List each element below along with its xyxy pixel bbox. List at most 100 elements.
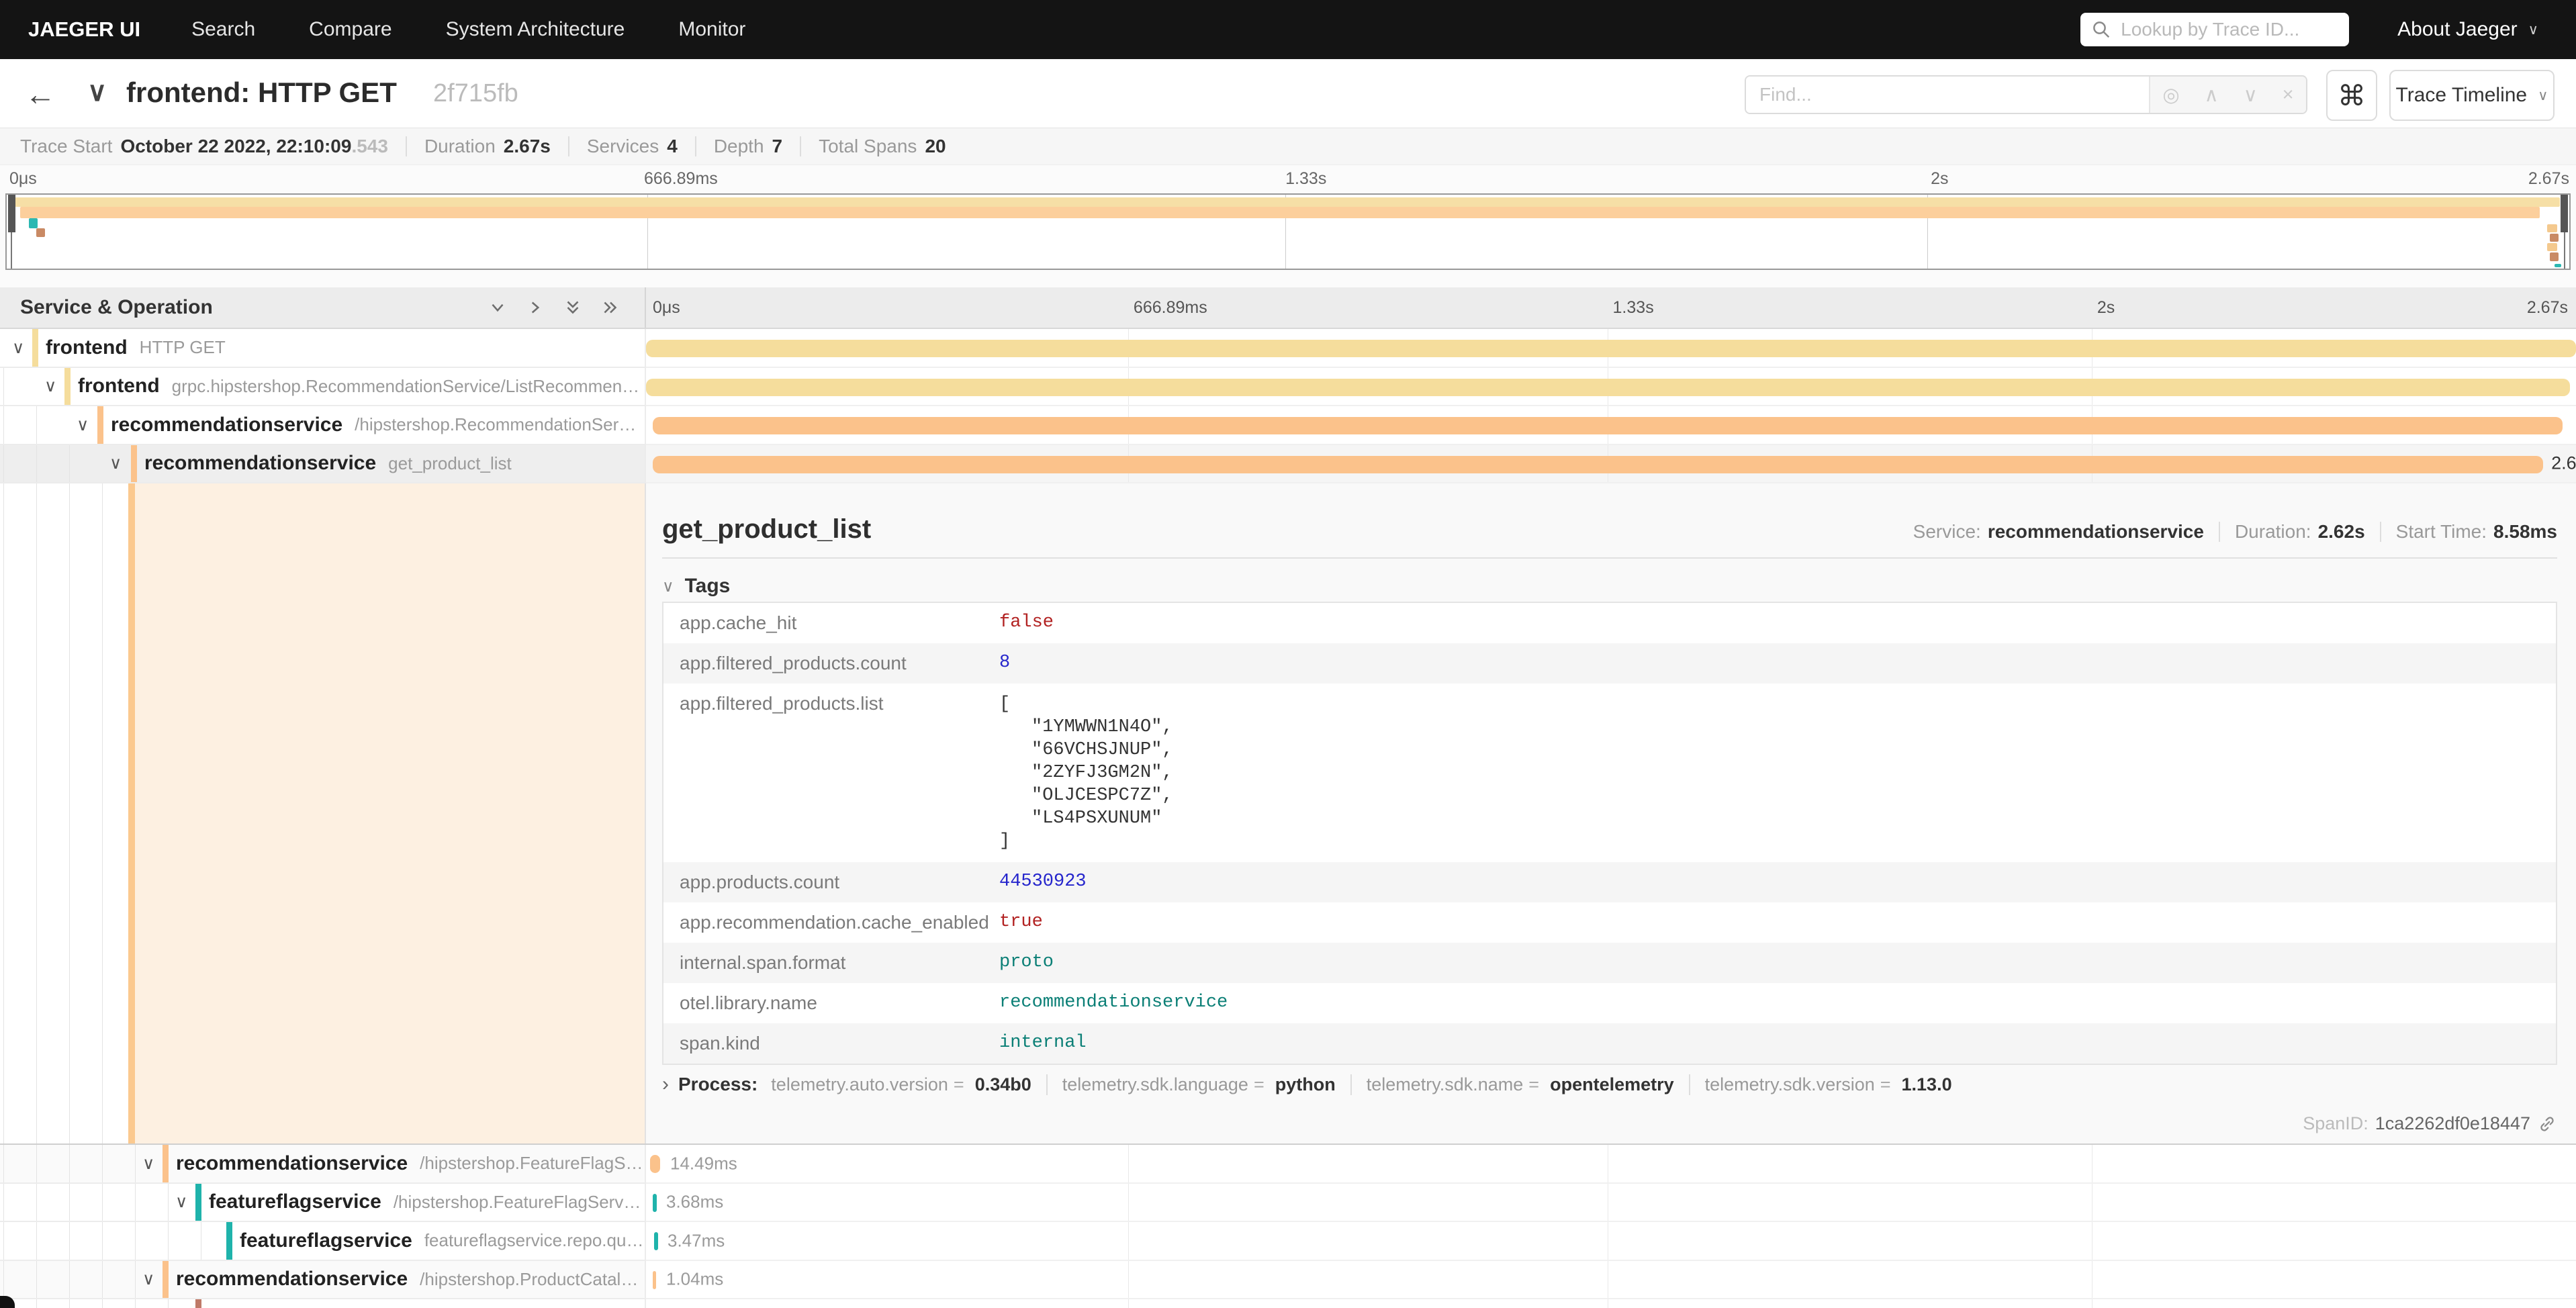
focus-target-icon[interactable]: ◎ bbox=[2162, 83, 2179, 107]
trace-start-value: October 22 2022, 22:10:09 bbox=[120, 136, 351, 157]
nav-item-search[interactable]: Search bbox=[191, 18, 255, 41]
chevron-down-icon[interactable]: ∨ bbox=[142, 1269, 154, 1289]
span-detail-panel: get_product_list Service: recommendation… bbox=[646, 483, 2576, 1143]
span-bar[interactable] bbox=[653, 1271, 656, 1289]
chevron-down-icon[interactable]: ∨ bbox=[175, 1192, 187, 1212]
divider bbox=[406, 136, 407, 156]
nav-item-system-architecture[interactable]: System Architecture bbox=[446, 18, 625, 41]
trace-id-lookup[interactable] bbox=[2080, 13, 2349, 46]
span-name-cell[interactable] bbox=[0, 1299, 646, 1308]
clear-find-icon[interactable]: × bbox=[2283, 84, 2294, 106]
tag-row: otel.library.name recommendationservice bbox=[663, 983, 2556, 1023]
expand-all-double-chevron-right-icon[interactable] bbox=[600, 297, 620, 318]
span-row-recommendationservice-list[interactable]: ∨ recommendationservice /hipstershop.Rec… bbox=[0, 406, 2576, 445]
span-name-cell[interactable]: ∨ recommendationservice /hipstershop.Fea… bbox=[0, 1145, 646, 1184]
indent-guide bbox=[102, 1145, 103, 1182]
span-row-partial[interactable] bbox=[0, 1299, 2576, 1308]
minimap-canvas[interactable] bbox=[5, 193, 2571, 270]
tag-row: app.cache_hit false bbox=[663, 603, 2556, 643]
span-timeline-cell[interactable] bbox=[646, 406, 2576, 445]
span-id-label: SpanID: bbox=[2303, 1113, 2368, 1134]
indent-guide bbox=[3, 1261, 4, 1299]
divider bbox=[2219, 522, 2220, 542]
array-bracket: [ bbox=[999, 693, 2556, 716]
trace-header: ← ∨ frontend: HTTP GET 2f715fb ◎ ∧ ∨ × ⌘… bbox=[0, 59, 2576, 128]
tag-key: app.products.count bbox=[663, 862, 999, 902]
span-bar[interactable] bbox=[653, 1194, 657, 1212]
span-row-featureflagservice-get[interactable]: ∨ featureflagservice /hipstershop.Featur… bbox=[0, 1184, 2576, 1223]
minimap-scrubber-handle-right[interactable] bbox=[2561, 195, 2568, 232]
chevron-down-icon[interactable]: ∨ bbox=[142, 1154, 154, 1174]
span-timeline-cell[interactable]: 2.62s bbox=[646, 445, 2576, 484]
collapse-trace-chevron-icon[interactable]: ∨ bbox=[87, 77, 107, 107]
span-timeline-cell[interactable]: 3.47ms bbox=[646, 1222, 2576, 1261]
chevron-down-icon[interactable]: ∨ bbox=[12, 338, 24, 358]
nav-item-monitor[interactable]: Monitor bbox=[678, 18, 745, 41]
chevron-down-icon[interactable]: ∨ bbox=[77, 415, 89, 435]
span-detail-meta: Service: recommendationservice Duration:… bbox=[1913, 521, 2557, 543]
tag-row: app.recommendation.cache_enabled true bbox=[663, 902, 2556, 943]
span-name-cell[interactable]: ∨ frontend HTTP GET bbox=[0, 329, 646, 368]
chevron-down-icon[interactable]: ∨ bbox=[44, 376, 56, 396]
nav-item-compare[interactable]: Compare bbox=[309, 18, 392, 41]
about-jaeger-menu[interactable]: About Jaeger ∨ bbox=[2397, 18, 2538, 41]
span-name-cell[interactable]: ∨ featureflagservice /hipstershop.Featur… bbox=[0, 1184, 646, 1223]
trace-start-ms: .543 bbox=[351, 136, 388, 157]
top-nav: JAEGER UI Search Compare System Architec… bbox=[0, 0, 2576, 59]
trace-view-selector[interactable]: Trace Timeline ∨ bbox=[2389, 70, 2555, 121]
expand-one-chevron-right-icon[interactable] bbox=[525, 297, 545, 318]
span-timeline-cell[interactable]: 1.04ms bbox=[646, 1261, 2576, 1300]
span-timeline-cell[interactable] bbox=[646, 1299, 2576, 1308]
span-row-frontend-grpc[interactable]: ∨ frontend grpc.hipstershop.Recommendati… bbox=[0, 368, 2576, 407]
span-timeline-cell[interactable] bbox=[646, 329, 2576, 368]
trace-start-label: Trace Start bbox=[20, 136, 112, 157]
span-bar[interactable] bbox=[646, 340, 2576, 357]
span-bar[interactable] bbox=[653, 456, 2543, 473]
minimap-scrubber-handle-left[interactable] bbox=[8, 195, 15, 232]
span-id-row: SpanID: 1ca2262df0e18447 bbox=[2303, 1113, 2557, 1134]
tag-value: recommendationservice bbox=[999, 983, 2556, 1022]
span-duration-label: 3.68ms bbox=[666, 1192, 723, 1213]
tags-accordion-toggle[interactable]: ∨ Tags bbox=[662, 575, 730, 598]
span-bar[interactable] bbox=[646, 379, 2570, 396]
ruler-tick: 666.89ms bbox=[1134, 298, 1207, 318]
detail-highlight-area bbox=[135, 483, 645, 1143]
span-service: frontend bbox=[46, 336, 128, 359]
minimap-span-bar bbox=[36, 228, 45, 237]
collapse-one-chevron-down-icon[interactable] bbox=[488, 297, 508, 318]
span-timeline-cell[interactable]: 14.49ms bbox=[646, 1145, 2576, 1184]
span-row-frontend-http-get[interactable]: ∨ frontend HTTP GET bbox=[0, 329, 2576, 368]
span-name-cell[interactable]: ∨ recommendationservice /hipstershop.Rec… bbox=[0, 406, 646, 445]
chevron-down-icon[interactable]: ∨ bbox=[109, 453, 122, 473]
tag-row: app.filtered_products.count 8 bbox=[663, 643, 2556, 684]
link-icon[interactable] bbox=[2537, 1114, 2557, 1134]
span-name-cell[interactable]: featureflagservice featureflagservice.re… bbox=[0, 1222, 646, 1261]
span-bar[interactable] bbox=[653, 417, 2563, 434]
find-input[interactable] bbox=[1746, 77, 2149, 113]
indent-guide bbox=[135, 1184, 136, 1221]
span-timeline-cell[interactable]: 3.68ms bbox=[646, 1184, 2576, 1223]
span-name-cell[interactable]: ∨ recommendationservice /hipstershop.Pro… bbox=[0, 1261, 646, 1300]
indent-guide bbox=[3, 368, 4, 406]
process-key: telemetry.sdk.language bbox=[1062, 1074, 1248, 1095]
span-bar[interactable] bbox=[654, 1232, 658, 1250]
span-bar[interactable] bbox=[650, 1155, 660, 1173]
back-button[interactable]: ← bbox=[20, 74, 60, 114]
span-timeline-cell[interactable] bbox=[646, 368, 2576, 407]
process-accordion-toggle[interactable]: › Process: telemetry.auto.version = 0.34… bbox=[662, 1073, 1952, 1096]
brand-logo[interactable]: JAEGER UI bbox=[28, 17, 140, 42]
span-row-get-product-list-selected[interactable]: ∨ recommendationservice get_product_list… bbox=[0, 445, 2576, 484]
trace-id-lookup-input[interactable] bbox=[2119, 18, 2338, 41]
tag-row: internal.span.format proto bbox=[663, 943, 2556, 983]
span-row-featureflagservice-repo-query[interactable]: featureflagservice featureflagservice.re… bbox=[0, 1222, 2576, 1261]
duration-label: Duration: bbox=[2235, 521, 2311, 543]
equals-sign: = bbox=[1880, 1074, 1891, 1095]
keyboard-shortcuts-button[interactable]: ⌘ bbox=[2326, 70, 2377, 121]
span-name-cell[interactable]: ∨ frontend grpc.hipstershop.Recommendati… bbox=[0, 368, 646, 407]
next-result-icon[interactable]: ∨ bbox=[2244, 83, 2258, 107]
span-name-cell[interactable]: ∨ recommendationservice get_product_list bbox=[0, 445, 646, 484]
span-row-productcatalog-parent[interactable]: ∨ recommendationservice /hipstershop.Pro… bbox=[0, 1261, 2576, 1300]
prev-result-icon[interactable]: ∧ bbox=[2205, 83, 2219, 107]
collapse-all-double-chevron-down-icon[interactable] bbox=[563, 297, 583, 318]
span-row-featureflag-parent[interactable]: ∨ recommendationservice /hipstershop.Fea… bbox=[0, 1145, 2576, 1184]
